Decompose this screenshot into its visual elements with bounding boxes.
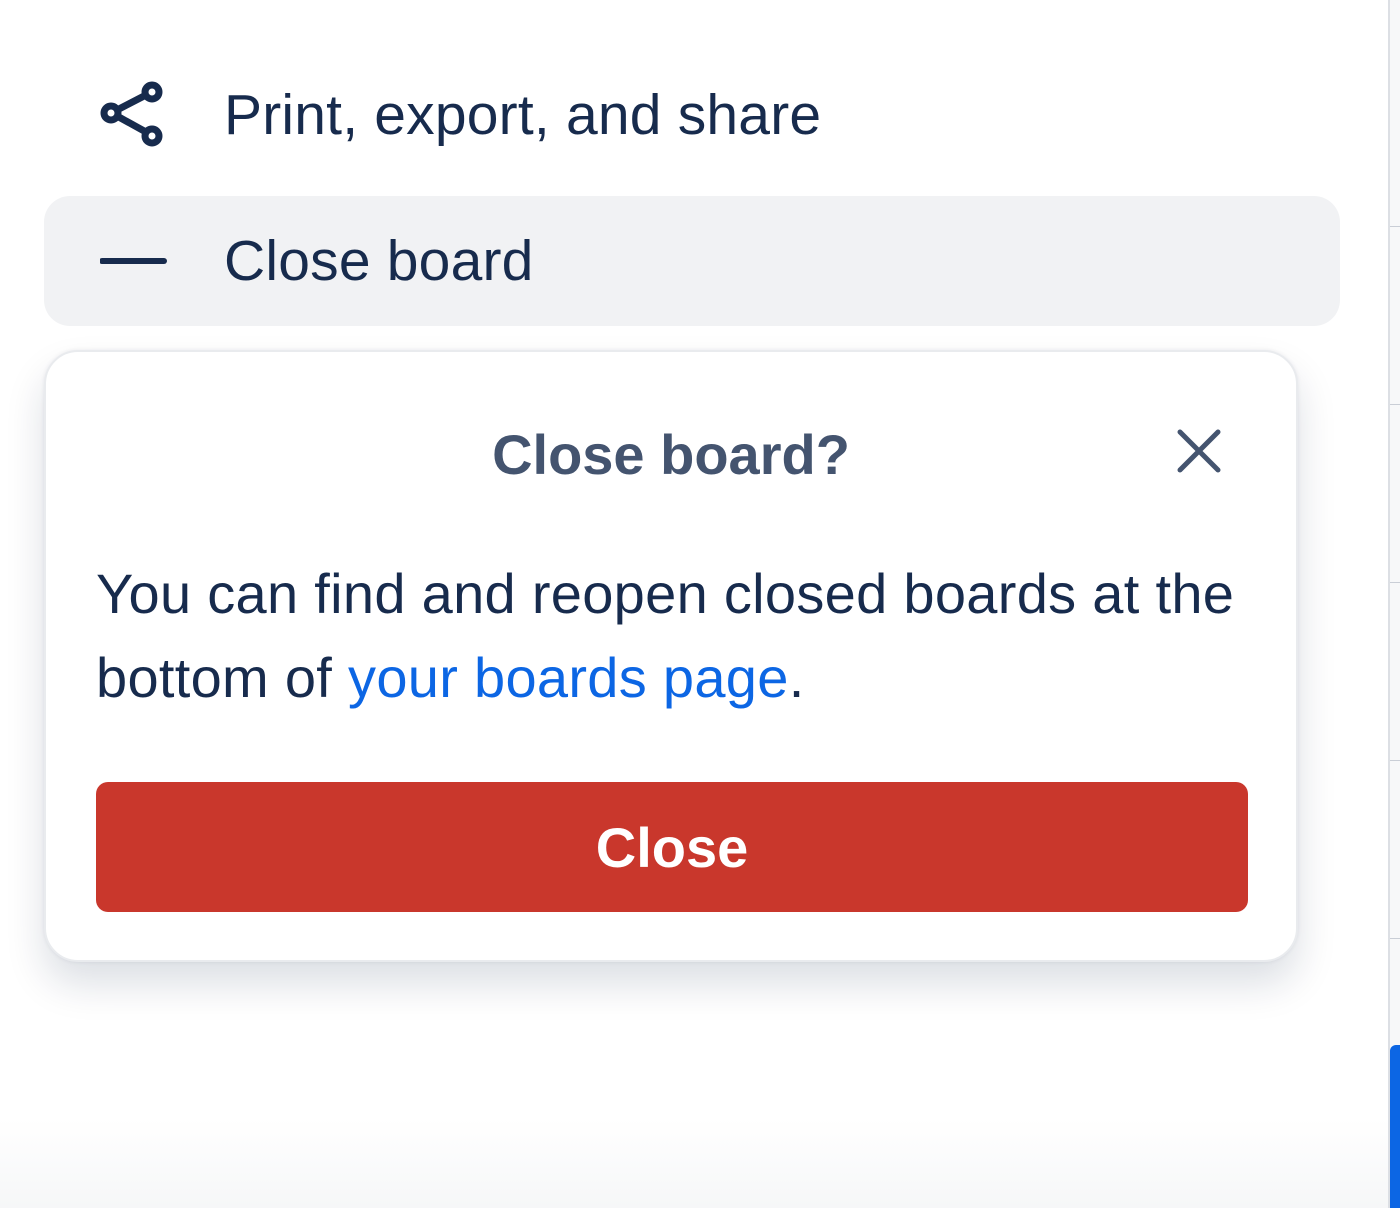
edge-divider (1390, 582, 1400, 583)
description-period: . (788, 646, 805, 709)
boards-page-link[interactable]: your boards page (348, 646, 789, 709)
close-board-popover: Close board? You can find and reopen clo… (44, 350, 1298, 962)
menu-item-print-export-share[interactable]: Print, export, and share (44, 50, 1340, 180)
background-fade (0, 1118, 1388, 1208)
close-popover-button[interactable] (1170, 424, 1228, 482)
edge-card-accent (1390, 1045, 1400, 1208)
share-icon (100, 81, 168, 149)
popover-description: You can find and reopen closed boards at… (96, 552, 1256, 720)
close-icon (1177, 429, 1221, 478)
minus-icon (100, 227, 168, 295)
menu-item-label: Close board (224, 229, 534, 293)
edge-divider (1390, 760, 1400, 761)
menu-item-close-board[interactable]: Close board (44, 196, 1340, 326)
board-canvas-edge (1388, 0, 1400, 1208)
menu-item-label: Print, export, and share (224, 83, 822, 147)
edge-divider (1390, 226, 1400, 227)
popover-title: Close board? (492, 423, 850, 486)
edge-divider (1390, 938, 1400, 939)
board-menu-panel: Print, export, and share Close board Clo… (0, 0, 1400, 1208)
confirm-close-board-button[interactable]: Close (96, 782, 1248, 912)
edge-divider (1390, 404, 1400, 405)
